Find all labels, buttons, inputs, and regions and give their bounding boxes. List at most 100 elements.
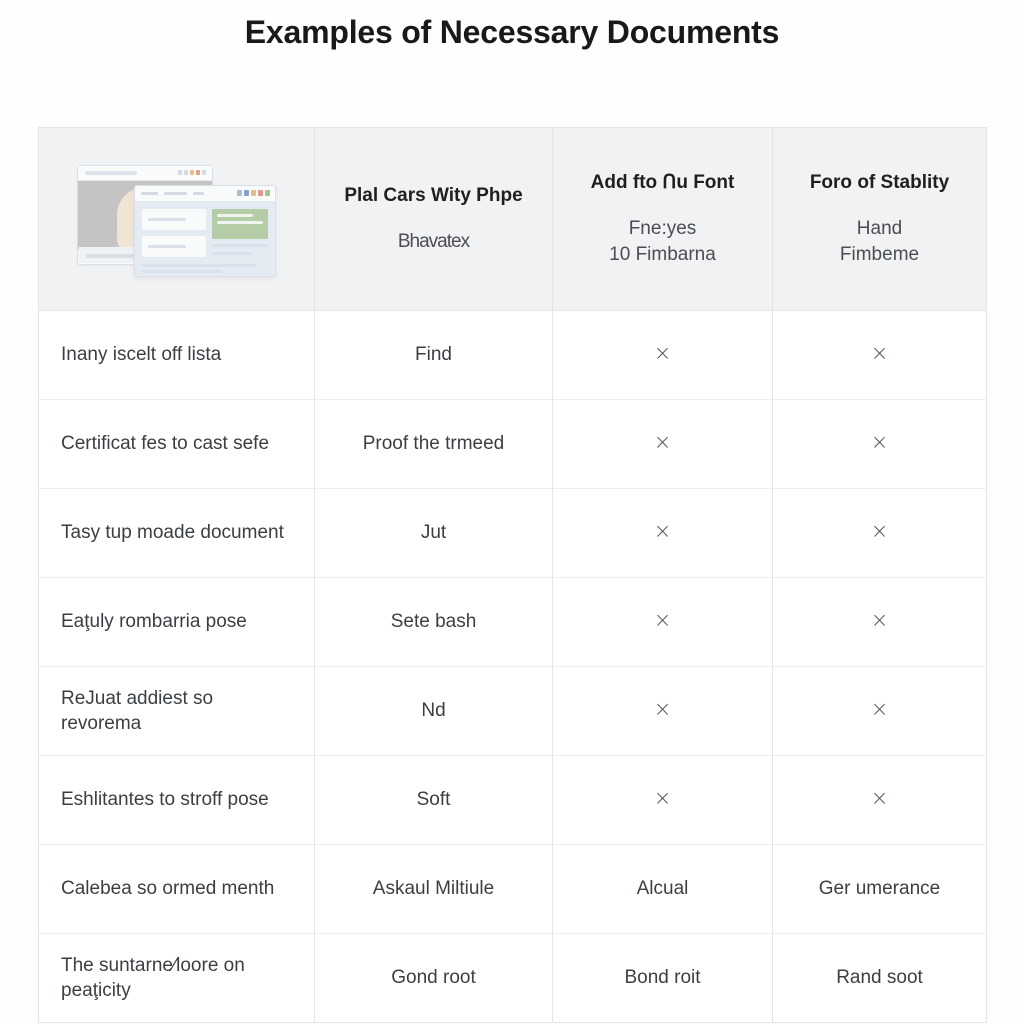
- cross-icon: ×: [653, 608, 672, 633]
- back-window-toolbar: [77, 166, 212, 181]
- row-label-cell: Eshlitantes to stroff pose: [38, 755, 315, 845]
- green-card-line-2: [216, 221, 263, 224]
- menu-items-icon: [140, 192, 204, 195]
- control-dot-orange: [189, 170, 194, 175]
- table-row: Tasy tup moade document Jut × ×: [38, 488, 987, 578]
- row-value-cell-4: ×: [772, 488, 987, 578]
- table-row: The suntarne⁄loore on peaţicity Gond root…: [38, 933, 987, 1023]
- address-bar-icon: [84, 171, 137, 175]
- document-page: Examples of Necessary Documents Plal Car…: [0, 0, 1024, 1024]
- row-value-cell-3: Bond roit: [552, 933, 773, 1023]
- cross-icon: ×: [870, 608, 889, 633]
- column-3-subtitle: Fne:yes 10 Fimbarna: [567, 216, 758, 268]
- green-card-line-1: [216, 214, 253, 217]
- row-value-cell-2: Sete bash: [314, 577, 553, 667]
- form-field-2: [141, 236, 206, 257]
- column-4-subtitle-line-1: Hand: [856, 217, 903, 239]
- column-2-title: Plal Cars Wity Phpe: [344, 185, 523, 207]
- row-label-cell: Tasy tup moade document: [38, 488, 315, 578]
- row-value-cell-2: Jut: [314, 488, 553, 578]
- table-row: Calebea so ormed menth Askaul Miltiule Alc…: [38, 844, 987, 934]
- cross-icon: ×: [653, 697, 672, 722]
- row-value-cell-4: Ger umerance: [772, 844, 987, 934]
- menu-item-2: [163, 192, 187, 195]
- side-line-1: [211, 244, 268, 247]
- cross-icon: ×: [870, 519, 889, 544]
- row-label-cell: The suntarne⁄loore on peaţicity: [38, 933, 315, 1023]
- table-row: Eaţuly rombarria pose Sete bash × ×: [38, 577, 987, 667]
- side-line-2: [211, 252, 252, 255]
- table-row: Inany iscelt off lista Find × ×: [38, 310, 987, 400]
- row-label-cell: Certificat fes to cast sefe: [38, 399, 315, 489]
- table-header-cell-2: Plal Cars Wity Phpe Bhavatex: [314, 127, 553, 311]
- cross-icon: ×: [653, 519, 672, 544]
- green-card-icon: [211, 209, 268, 239]
- column-4-subtitle-line-2: Fimbeme: [839, 243, 920, 265]
- cross-icon: ×: [870, 430, 889, 455]
- row-value-cell-4: Rand soot: [772, 933, 987, 1023]
- cross-icon: ×: [870, 697, 889, 722]
- table-row: ReJuat addiest so revorema Nd × ×: [38, 666, 987, 756]
- row-label-cell: ReJuat addiest so revorema: [38, 666, 315, 756]
- column-3-subtitle-line-2: 10 Fimbarna: [609, 243, 716, 265]
- control-dot-1: [177, 170, 182, 175]
- column-3-title: Add fto Ոu Font: [590, 171, 735, 193]
- column-3-subtitle-line-1: Fne:yes: [628, 217, 697, 239]
- documents-windows-illustration: [76, 159, 277, 279]
- row-value-cell-3: ×: [552, 488, 773, 578]
- row-value-cell-2: Nd: [314, 666, 553, 756]
- row-value-cell-4: ×: [772, 399, 987, 489]
- bottom-line-2: [141, 270, 223, 273]
- menu-item-1: [140, 192, 158, 195]
- control-dot-2: [183, 170, 188, 175]
- necessary-documents-table: Plal Cars Wity Phpe Bhavatex Add fto Ոu …: [38, 127, 987, 1023]
- row-value-cell-2: Find: [314, 310, 553, 400]
- row-value-cell-2: Askaul Miltiule: [314, 844, 553, 934]
- row-value-cell-3: ×: [552, 666, 773, 756]
- bottom-line-1: [141, 264, 258, 267]
- table-header-cell-4: Foro of Stablity Hand Fimbeme: [772, 127, 987, 311]
- column-4-title: Foro of Stablity: [809, 171, 950, 193]
- control-dot-3: [201, 170, 206, 175]
- table-header: Plal Cars Wity Phpe Bhavatex Add fto Ոu …: [38, 127, 987, 311]
- toolbar-icon-red: [257, 190, 263, 196]
- toolbar-icon-green: [264, 190, 270, 196]
- table-header-cell-illustration: [38, 127, 315, 311]
- row-value-cell-2: Gond root: [314, 933, 553, 1023]
- row-value-cell-2: Proof the trmeed: [314, 399, 553, 489]
- table-header-row: Plal Cars Wity Phpe Bhavatex Add fto Ոu …: [38, 127, 987, 311]
- table-row: Certificat fes to cast sefe Proof the trm…: [38, 399, 987, 489]
- cross-icon: ×: [870, 786, 889, 811]
- row-value-cell-2: Soft: [314, 755, 553, 845]
- row-value-cell-3: ×: [552, 310, 773, 400]
- column-2-subtitle-text: Bhavatex: [397, 230, 470, 252]
- row-label-cell: Calebea so ormed menth: [38, 844, 315, 934]
- row-value-cell-3: ×: [552, 755, 773, 845]
- window-controls-icon: [177, 170, 206, 175]
- cross-icon: ×: [653, 341, 672, 366]
- control-dot-red: [195, 170, 200, 175]
- toolbar-icon-blue: [243, 190, 249, 196]
- cross-icon: ×: [653, 430, 672, 455]
- front-window-body: [135, 202, 275, 278]
- row-value-cell-3: ×: [552, 399, 773, 489]
- table-header-cell-3: Add fto Ոu Font Fne:yes 10 Fimbarna: [552, 127, 773, 311]
- row-value-cell-3: ×: [552, 577, 773, 667]
- row-value-cell-4: ×: [772, 666, 987, 756]
- toolbar-icon-orange: [250, 190, 256, 196]
- table-body: Inany iscelt off lista Find × × Certificat f…: [38, 310, 987, 1023]
- bottom-lines-group: [141, 261, 268, 273]
- front-window-toolbar: [134, 186, 275, 202]
- table-row: Eshlitantes to stroff pose Soft × ×: [38, 755, 987, 845]
- row-value-cell-4: ×: [772, 577, 987, 667]
- row-label-cell: Eaţuly rombarria pose: [38, 577, 315, 667]
- form-field-1: [141, 209, 206, 230]
- page-title: Examples of Necessary Documents: [244, 14, 780, 50]
- menu-item-3: [192, 192, 204, 195]
- row-value-cell-3: Alcual: [552, 844, 773, 934]
- cross-icon: ×: [653, 786, 672, 811]
- column-2-subtitle: Bhavatex: [329, 229, 538, 255]
- row-value-cell-4: ×: [772, 755, 987, 845]
- row-label-cell: Inany iscelt off lista: [38, 310, 315, 400]
- toolbar-icons: [236, 190, 270, 196]
